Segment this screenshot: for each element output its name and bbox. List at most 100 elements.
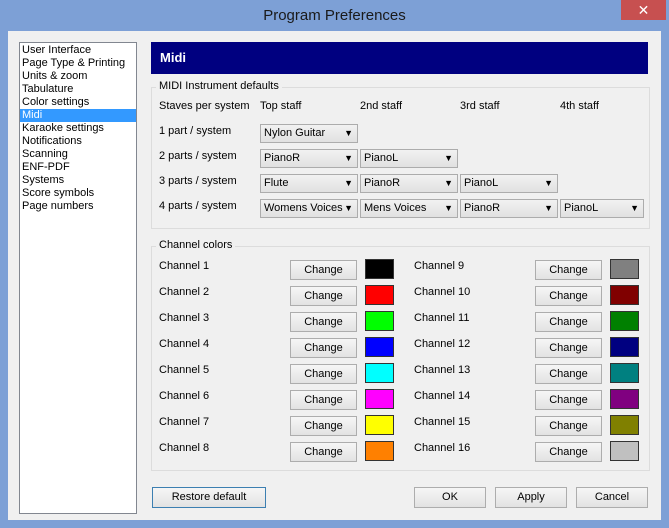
channel-label: Channel 12 xyxy=(414,338,471,350)
channel-label: Channel 16 xyxy=(414,442,471,454)
window-title: Program Preferences xyxy=(263,7,406,24)
channel-color-swatch xyxy=(365,337,394,357)
channel-label: Channel 5 xyxy=(159,364,210,376)
nav-item-midi[interactable]: Midi xyxy=(20,109,136,122)
cancel-button[interactable]: Cancel xyxy=(576,487,648,508)
nav-item-user-interface[interactable]: User Interface xyxy=(20,44,136,57)
ok-button[interactable]: OK xyxy=(414,487,486,508)
channel-color-swatch xyxy=(610,389,639,409)
change-color-button[interactable]: Change xyxy=(290,416,357,436)
chevron-down-icon: ▼ xyxy=(444,203,453,213)
nav-item-page-numbers[interactable]: Page numbers xyxy=(20,200,136,213)
nav-item-score-symbols[interactable]: Score symbols xyxy=(20,187,136,200)
change-color-button[interactable]: Change xyxy=(535,260,602,280)
chevron-down-icon: ▼ xyxy=(630,203,639,213)
channel-color-swatch xyxy=(610,311,639,331)
nav-item-systems[interactable]: Systems xyxy=(20,174,136,187)
instrument-select[interactable]: PianoL ▼ xyxy=(560,199,644,218)
instrument-select-value: PianoL xyxy=(364,152,399,164)
chevron-down-icon: ▼ xyxy=(544,203,553,213)
channel-label: Channel 10 xyxy=(414,286,471,298)
instrument-select-value: Nylon Guitar xyxy=(264,127,326,139)
nav-item-tabulature[interactable]: Tabulature xyxy=(20,83,136,96)
instrument-select[interactable]: Nylon Guitar ▼ xyxy=(260,124,358,143)
instrument-select-value: PianoL xyxy=(564,202,599,214)
channel-color-swatch xyxy=(365,389,394,409)
channel-label: Channel 8 xyxy=(159,442,210,454)
instrument-select-value: Flute xyxy=(264,177,289,189)
header-3rd-staff: 3rd staff xyxy=(460,100,500,112)
instrument-select[interactable]: PianoL ▼ xyxy=(360,149,458,168)
channel-label: Channel 4 xyxy=(159,338,210,350)
instrument-select[interactable]: PianoR ▼ xyxy=(260,149,358,168)
instrument-select-value: Mens Voices xyxy=(364,202,427,214)
instrument-select[interactable]: Flute ▼ xyxy=(260,174,358,193)
channel-label: Channel 15 xyxy=(414,416,471,428)
channel-colors-label: Channel colors xyxy=(156,239,236,251)
instrument-select-value: PianoR xyxy=(364,177,401,189)
change-color-button[interactable]: Change xyxy=(535,364,602,384)
change-color-button[interactable]: Change xyxy=(290,286,357,306)
channel-color-swatch xyxy=(365,415,394,435)
change-color-button[interactable]: Change xyxy=(535,312,602,332)
instrument-select-value: PianoL xyxy=(464,177,499,189)
instrument-select[interactable]: Mens Voices ▼ xyxy=(360,199,458,218)
change-color-button[interactable]: Change xyxy=(535,442,602,462)
section-heading: Midi xyxy=(151,42,648,74)
chevron-down-icon: ▼ xyxy=(344,203,353,213)
category-list[interactable]: User Interface Page Type & Printing Units … xyxy=(19,42,137,514)
change-color-button[interactable]: Change xyxy=(535,286,602,306)
parts-row-label: 2 parts / system xyxy=(159,150,237,162)
nav-item-color-settings[interactable]: Color settings xyxy=(20,96,136,109)
chevron-down-icon: ▼ xyxy=(344,128,353,138)
channel-label: Channel 1 xyxy=(159,260,210,272)
instrument-select[interactable]: PianoL ▼ xyxy=(460,174,558,193)
nav-item-notifications[interactable]: Notifications xyxy=(20,135,136,148)
nav-item-scanning[interactable]: Scanning xyxy=(20,148,136,161)
change-color-button[interactable]: Change xyxy=(290,338,357,358)
instrument-select[interactable]: PianoR ▼ xyxy=(360,174,458,193)
channel-color-swatch xyxy=(610,285,639,305)
channel-color-swatch xyxy=(610,441,639,461)
midi-instrument-defaults-label: MIDI Instrument defaults xyxy=(156,80,282,92)
nav-item-page-type-printing[interactable]: Page Type & Printing xyxy=(20,57,136,70)
close-button[interactable]: ✕ xyxy=(621,0,666,20)
apply-button[interactable]: Apply xyxy=(495,487,567,508)
change-color-button[interactable]: Change xyxy=(535,416,602,436)
change-color-button[interactable]: Change xyxy=(290,390,357,410)
restore-default-button[interactable]: Restore default xyxy=(152,487,266,508)
channel-color-swatch xyxy=(365,311,394,331)
channel-color-swatch xyxy=(365,441,394,461)
header-2nd-staff: 2nd staff xyxy=(360,100,402,112)
nav-item-units-zoom[interactable]: Units & zoom xyxy=(20,70,136,83)
channel-label: Channel 6 xyxy=(159,390,210,402)
instrument-select-value: PianoR xyxy=(464,202,501,214)
channel-label: Channel 2 xyxy=(159,286,210,298)
parts-row-label: 4 parts / system xyxy=(159,200,237,212)
change-color-button[interactable]: Change xyxy=(535,390,602,410)
title-bar[interactable]: Program Preferences ✕ xyxy=(0,0,669,32)
instrument-select-value: Womens Voices xyxy=(264,202,343,214)
header-top-staff: Top staff xyxy=(260,100,302,112)
channel-label: Channel 13 xyxy=(414,364,471,376)
nav-item-karaoke-settings[interactable]: Karaoke settings xyxy=(20,122,136,135)
close-icon: ✕ xyxy=(637,2,650,18)
instrument-select[interactable]: PianoR ▼ xyxy=(460,199,558,218)
channel-label: Channel 3 xyxy=(159,312,210,324)
change-color-button[interactable]: Change xyxy=(290,364,357,384)
channel-label: Channel 14 xyxy=(414,390,471,402)
change-color-button[interactable]: Change xyxy=(290,442,357,462)
chevron-down-icon: ▼ xyxy=(544,178,553,188)
parts-row-label: 1 part / system xyxy=(159,125,232,137)
change-color-button[interactable]: Change xyxy=(535,338,602,358)
change-color-button[interactable]: Change xyxy=(290,260,357,280)
chevron-down-icon: ▼ xyxy=(444,178,453,188)
instrument-select[interactable]: Womens Voices ▼ xyxy=(260,199,358,218)
channel-color-swatch xyxy=(365,259,394,279)
nav-item-enf-pdf[interactable]: ENF-PDF xyxy=(20,161,136,174)
chevron-down-icon: ▼ xyxy=(344,153,353,163)
channel-label: Channel 7 xyxy=(159,416,210,428)
header-staves-per-system: Staves per system xyxy=(159,100,250,112)
change-color-button[interactable]: Change xyxy=(290,312,357,332)
channel-color-swatch xyxy=(610,337,639,357)
